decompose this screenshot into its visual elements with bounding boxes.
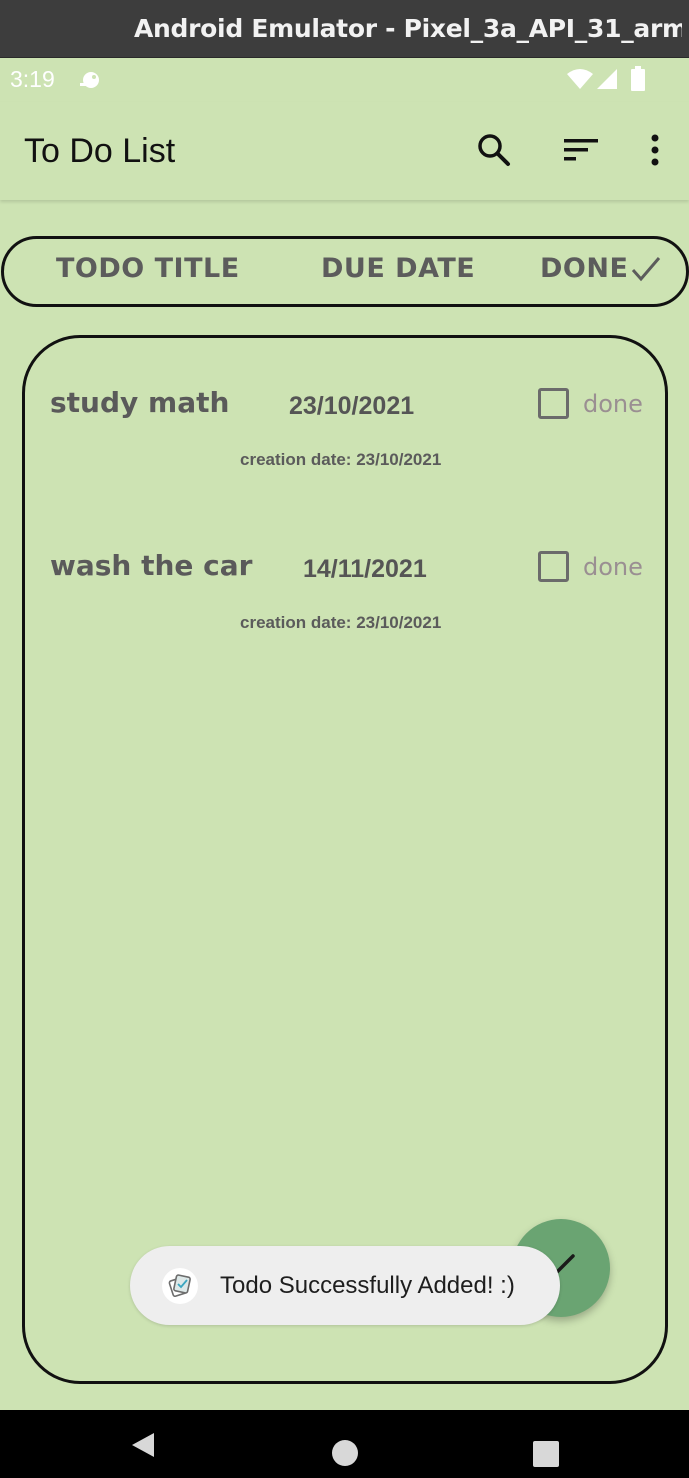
more-vert-icon	[651, 134, 659, 166]
todo-due-date: 23/10/2021	[289, 392, 415, 420]
app-title: To Do List	[24, 132, 176, 170]
todo-due-date: 14/11/2021	[303, 555, 427, 583]
column-due-date-header: DUE DATE	[321, 253, 476, 284]
signal-icon	[597, 69, 617, 89]
creation-date: creation date: 23/10/2021	[240, 613, 442, 632]
search-icon	[478, 134, 510, 166]
emulator-title-bar: Android Emulator - Pixel_3a_API_31_arm..…	[0, 0, 689, 58]
recents-button[interactable]	[530, 1438, 562, 1470]
todo-title: study math	[50, 386, 230, 419]
more-options-button[interactable]	[633, 128, 677, 172]
done-label: done	[583, 390, 643, 418]
window-title: Android Emulator - Pixel_3a_API_31_arm..…	[134, 14, 682, 43]
done-checkbox[interactable]	[538, 551, 569, 582]
sort-button[interactable]	[558, 128, 602, 172]
todo-title: wash the car	[50, 549, 253, 582]
toast-message: Todo Successfully Added! :)	[220, 1272, 515, 1299]
done-label: done	[583, 553, 643, 581]
creation-date: creation date: 23/10/2021	[240, 450, 442, 469]
done-checkbox[interactable]	[538, 388, 569, 419]
home-button[interactable]	[328, 1436, 362, 1470]
column-done-header: DONE	[540, 253, 629, 284]
wifi-icon	[567, 69, 593, 89]
sort-icon	[564, 139, 598, 161]
navigation-bar	[0, 1410, 689, 1478]
status-time: 3:19	[10, 66, 55, 92]
notification-icon	[80, 72, 99, 88]
search-button[interactable]	[472, 128, 516, 172]
back-button[interactable]	[124, 1430, 160, 1460]
column-title-header: TODO TITLE	[56, 253, 240, 284]
home-icon	[332, 1440, 358, 1466]
back-icon	[132, 1433, 154, 1457]
column-header: TODO TITLE DUE DATE DONE	[1, 236, 689, 307]
checkmark-icon	[631, 257, 661, 282]
toast: Todo Successfully Added! :)	[130, 1246, 560, 1325]
battery-icon	[631, 66, 645, 91]
status-bar: 3:19	[0, 58, 689, 102]
app-icon	[162, 1268, 198, 1304]
app-bar: To Do List	[0, 102, 689, 200]
recents-icon	[533, 1441, 559, 1467]
